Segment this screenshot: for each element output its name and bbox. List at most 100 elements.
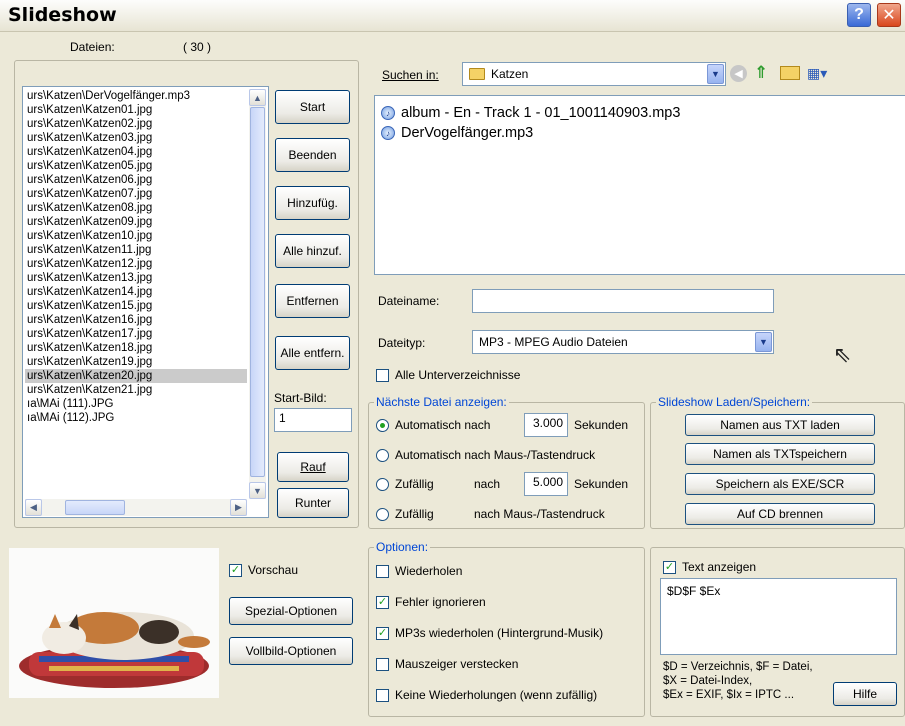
browser-item-label: DerVogelfänger.mp3 [401, 125, 534, 141]
list-item[interactable]: urs\Katzen\Katzen08.jpg [25, 201, 247, 215]
list-item[interactable]: urs\Katzen\Katzen13.jpg [25, 271, 247, 285]
show-text-checkbox[interactable]: ✓ Text anzeigen [663, 560, 756, 574]
load-names-button[interactable]: Namen aus TXT laden [685, 414, 875, 436]
list-horizontal-scrollbar[interactable]: ◀ ▶ [25, 499, 247, 516]
no-repeat-label: Keine Wiederholungen (wenn zufällig) [395, 688, 598, 702]
fullscreen-options-button[interactable]: Vollbild-Optionen [229, 637, 353, 665]
scroll-right-icon[interactable]: ▶ [230, 499, 247, 516]
radio-icon[interactable] [376, 477, 389, 491]
list-item[interactable]: urs\Katzen\Katzen11.jpg [25, 243, 247, 257]
add-button[interactable]: Hinzufüg. [275, 186, 350, 220]
checkbox-checked-icon[interactable]: ✓ [229, 563, 242, 577]
scroll-left-icon[interactable]: ◀ [25, 499, 42, 516]
list-item[interactable]: urs\Katzen\DerVogelfänger.mp3 [25, 89, 247, 103]
up-folder-icon[interactable]: ⇑ [754, 63, 772, 83]
preview-checkbox[interactable]: ✓ Vorschau [229, 563, 298, 577]
list-item[interactable]: urs\Katzen\Katzen12.jpg [25, 257, 247, 271]
ignore-errors-checkbox[interactable]: ✓ Fehler ignorieren [376, 595, 486, 609]
chevron-down-icon[interactable]: ▼ [755, 332, 772, 352]
start-button[interactable]: Start [275, 90, 350, 124]
list-item[interactable]: urs\Katzen\Katzen10.jpg [25, 229, 247, 243]
list-item[interactable]: urs\Katzen\Katzen03.jpg [25, 131, 247, 145]
list-item[interactable]: urs\Katzen\Katzen15.jpg [25, 299, 247, 313]
checkbox-checked-icon[interactable]: ✓ [376, 626, 389, 640]
hilfe-button[interactable]: Hilfe [833, 682, 897, 706]
hide-cursor-label: Mauszeiger verstecken [395, 657, 519, 671]
checkbox-icon[interactable] [376, 564, 389, 578]
radio-icon[interactable] [376, 448, 389, 462]
remove-all-button[interactable]: Alle entfern. [275, 336, 350, 370]
checkbox-icon[interactable] [376, 657, 389, 671]
help-title-button[interactable]: ? [847, 3, 871, 27]
auto-after-radio[interactable]: Automatisch nach [376, 418, 490, 432]
save-exe-button[interactable]: Speichern als EXE/SCR [685, 473, 875, 495]
remove-button[interactable]: Entfernen [275, 284, 350, 318]
list-item[interactable]: urs\Katzen\Katzen05.jpg [25, 159, 247, 173]
scroll-up-icon[interactable]: ▲ [249, 89, 266, 106]
list-item[interactable]: ıa\MAi (112).JPG [25, 411, 247, 425]
start-image-input[interactable]: 1 [274, 408, 352, 432]
look-in-combo[interactable]: Katzen ▼ [462, 62, 726, 86]
checkbox-icon[interactable] [376, 688, 389, 702]
special-options-button[interactable]: Spezial-Optionen [229, 597, 353, 625]
repeat-checkbox[interactable]: Wiederholen [376, 564, 462, 578]
browser-item[interactable]: ♪ album - En - Track 1 - 01_1001140903.m… [381, 105, 680, 121]
filetype-combo[interactable]: MP3 - MPEG Audio Dateien ▼ [472, 330, 774, 354]
auto-seconds-input[interactable]: 3.000 [524, 413, 568, 437]
list-item[interactable]: urs\Katzen\Katzen17.jpg [25, 327, 247, 341]
list-item[interactable]: urs\Katzen\Katzen14.jpg [25, 285, 247, 299]
new-folder-icon[interactable] [780, 66, 800, 80]
random-after-radio[interactable]: Zufällig [376, 477, 434, 491]
save-names-button[interactable]: Namen als TXTspeichern [685, 443, 875, 465]
title-bar: Slideshow ? ✕ [0, 0, 905, 32]
view-menu-icon[interactable]: ▦▾ [807, 65, 837, 82]
help-line-2: $X = Datei-Index, [663, 675, 753, 687]
mouse-pointer-icon: ⇖ [833, 342, 852, 367]
list-item[interactable]: urs\Katzen\Katzen16.jpg [25, 313, 247, 327]
browser-item[interactable]: ♪ DerVogelfänger.mp3 [381, 125, 533, 141]
burn-cd-button[interactable]: Auf CD brennen [685, 503, 875, 525]
list-item[interactable]: urs\Katzen\Katzen18.jpg [25, 341, 247, 355]
close-button[interactable]: ✕ [877, 3, 901, 27]
scroll-down-icon[interactable]: ▼ [249, 482, 266, 499]
radio-icon[interactable] [376, 507, 389, 521]
no-repeat-checkbox[interactable]: Keine Wiederholungen (wenn zufällig) [376, 688, 597, 702]
list-item[interactable]: urs\Katzen\Katzen02.jpg [25, 117, 247, 131]
subdirs-checkbox[interactable]: Alle Unterverzeichnisse [376, 368, 520, 382]
hide-cursor-checkbox[interactable]: Mauszeiger verstecken [376, 657, 518, 671]
filename-input[interactable] [472, 289, 774, 313]
chevron-down-icon[interactable]: ▼ [707, 64, 724, 84]
add-all-button[interactable]: Alle hinzuf. [275, 234, 350, 268]
file-list[interactable]: urs\Katzen\DerVogelfänger.mp3 urs\Katzen\… [25, 89, 247, 499]
random-seconds-input[interactable]: 5.000 [524, 472, 568, 496]
checkbox-checked-icon[interactable]: ✓ [663, 560, 676, 574]
checkbox-icon[interactable] [376, 368, 389, 382]
back-icon[interactable]: ◀ [730, 65, 747, 82]
scroll-thumb[interactable] [250, 107, 265, 477]
file-listbox[interactable]: urs\Katzen\DerVogelfänger.mp3 urs\Katzen\… [22, 86, 269, 518]
files-label: Dateien: [70, 40, 115, 54]
list-item[interactable]: urs\Katzen\Katzen21.jpg [25, 383, 247, 397]
list-item[interactable]: urs\Katzen\Katzen20.jpg [25, 369, 247, 383]
random-key-radio[interactable]: Zufällig [376, 507, 434, 521]
after-key-label: nach Maus-/Tastendruck [474, 507, 605, 521]
file-browser-pane[interactable]: ♪ album - En - Track 1 - 01_1001140903.m… [374, 95, 905, 275]
list-item[interactable]: urs\Katzen\Katzen09.jpg [25, 215, 247, 229]
down-button[interactable]: Runter [277, 488, 349, 518]
list-item[interactable]: urs\Katzen\Katzen06.jpg [25, 173, 247, 187]
beenden-button[interactable]: Beenden [275, 138, 350, 172]
repeat-mp3-checkbox[interactable]: ✓ MP3s wiederholen (Hintergrund-Musik) [376, 626, 603, 640]
list-item[interactable]: ıa\MAi (111).JPG [25, 397, 247, 411]
list-vertical-scrollbar[interactable]: ▲ ▼ [249, 89, 266, 499]
radio-selected-icon[interactable] [376, 418, 389, 432]
seconds-label: Sekunden [574, 418, 629, 432]
list-item[interactable]: urs\Katzen\Katzen07.jpg [25, 187, 247, 201]
auto-key-radio[interactable]: Automatisch nach Maus-/Tastendruck [376, 448, 595, 462]
checkbox-checked-icon[interactable]: ✓ [376, 595, 389, 609]
up-button[interactable]: Rauf [277, 452, 349, 482]
hscroll-thumb[interactable] [65, 500, 125, 515]
text-template-input[interactable]: $D$F $Ex [660, 578, 897, 655]
list-item[interactable]: urs\Katzen\Katzen01.jpg [25, 103, 247, 117]
list-item[interactable]: urs\Katzen\Katzen04.jpg [25, 145, 247, 159]
list-item[interactable]: urs\Katzen\Katzen19.jpg [25, 355, 247, 369]
